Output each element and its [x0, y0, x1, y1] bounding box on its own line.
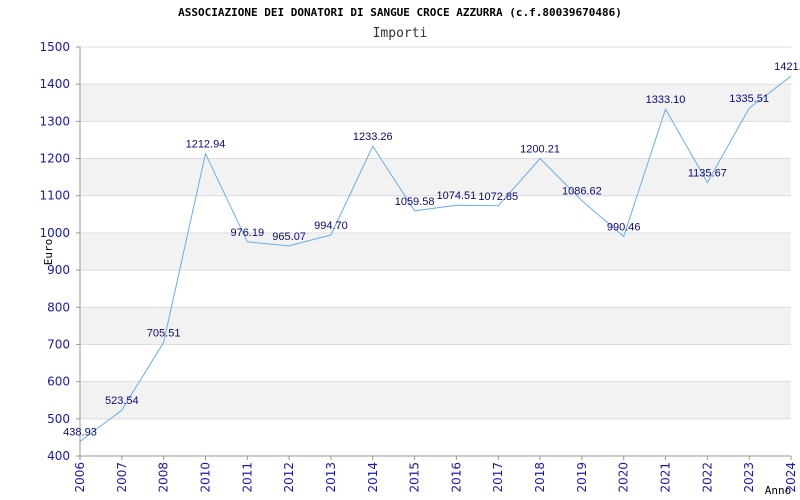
x-tick-label: 2010: [198, 462, 212, 493]
data-label: 1086.62: [562, 186, 602, 198]
y-tick-label: 1300: [39, 114, 70, 128]
x-tick-label: 2006: [73, 462, 87, 493]
data-label: 1335.51: [729, 93, 769, 105]
x-tick-label: 2012: [282, 462, 296, 493]
x-tick-label: 2014: [366, 462, 380, 493]
data-label: 1072.85: [478, 191, 518, 203]
y-tick-label: 1400: [39, 77, 70, 91]
data-label: 1333.10: [646, 94, 686, 106]
y-tick-label: 400: [47, 449, 70, 463]
chart-title: ASSOCIAZIONE DEI DONATORI DI SANGUE CROC…: [178, 6, 622, 19]
y-tick-label: 1000: [39, 226, 70, 240]
data-label: 705.51: [147, 327, 181, 339]
data-label: 1421.6: [774, 61, 800, 73]
x-tick-label: 2022: [700, 462, 714, 493]
x-axis-label: Anno: [765, 484, 792, 497]
chart: ASSOCIAZIONE DEI DONATORI DI SANGUE CROC…: [39, 6, 800, 497]
data-label: 1059.58: [395, 196, 435, 208]
grid-band: [80, 158, 791, 196]
x-tick-label: 2023: [742, 462, 756, 493]
x-tick-label: 2016: [449, 462, 463, 493]
x-tick-label: 2017: [491, 462, 505, 493]
grid-bands: [80, 84, 791, 419]
y-tick-label: 1500: [39, 40, 70, 54]
y-tick-label: 800: [47, 300, 70, 314]
data-label: 1212.94: [186, 139, 226, 151]
chart-subtitle: Importi: [373, 26, 428, 41]
y-tick-label: 1100: [39, 189, 70, 203]
grid-band: [80, 381, 791, 419]
data-label: 965.07: [272, 231, 306, 243]
x-tick-label: 2007: [115, 462, 129, 493]
x-tick-label: 2015: [408, 462, 422, 493]
data-label: 1200.21: [520, 143, 560, 155]
data-label: 438.93: [63, 427, 97, 439]
data-label: 994.70: [314, 220, 348, 232]
x-tick-label: 2020: [617, 462, 631, 493]
data-label: 523.54: [105, 395, 139, 407]
y-axis-label: Euro: [42, 239, 55, 266]
grid-band: [80, 307, 791, 345]
x-tick-label: 2019: [575, 462, 589, 493]
data-label: 976.19: [230, 227, 264, 239]
x-axis-ticks: 2006 2007 2008 2010 2011 2012 2013 2014 2015 2016…: [73, 456, 798, 493]
y-tick-label: 500: [47, 412, 70, 426]
x-tick-label: 2011: [240, 462, 254, 493]
y-tick-label: 600: [47, 375, 70, 389]
y-tick-label: 1200: [39, 152, 70, 166]
data-label: 1074.51: [437, 190, 477, 202]
data-label: 1233.26: [353, 131, 393, 143]
x-tick-label: 2013: [324, 462, 338, 493]
data-label: 1135.67: [688, 167, 727, 179]
x-tick-label: 2018: [533, 462, 547, 493]
x-tick-label: 2008: [157, 462, 171, 493]
data-label: 990.46: [607, 221, 641, 233]
y-tick-label: 700: [47, 337, 70, 351]
x-tick-label: 2021: [659, 462, 673, 493]
